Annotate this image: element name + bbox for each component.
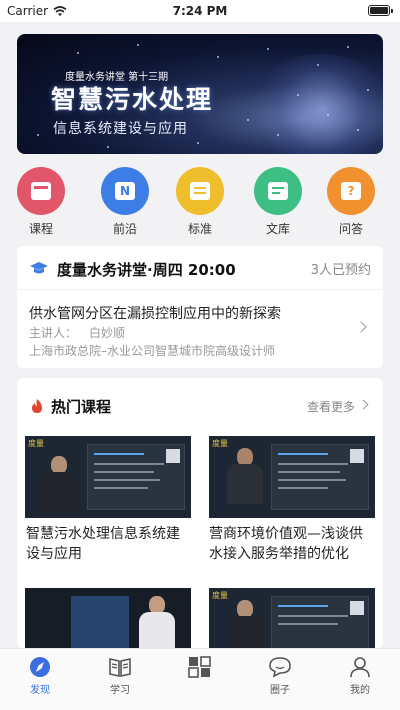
chevron-right-icon[interactable] xyxy=(355,321,367,333)
grid-icon xyxy=(188,656,212,678)
book-icon xyxy=(108,656,132,678)
quick-menu-label: 文库 xyxy=(265,222,290,236)
quick-menu-qa[interactable]: ? 问答 xyxy=(321,167,381,237)
tab-circle[interactable]: 圈子 xyxy=(250,656,310,696)
course-icon xyxy=(17,167,65,215)
chevron-right-icon[interactable] xyxy=(358,399,369,410)
promo-banner[interactable]: 度量水务讲堂 第十三期 智慧污水处理 信息系统建设与应用 xyxy=(17,34,383,154)
quick-menu-label: 问答 xyxy=(338,222,363,236)
tab-mine[interactable]: 我的 xyxy=(330,656,390,696)
tab-label: 发现 xyxy=(30,685,50,696)
compass-icon xyxy=(28,656,52,678)
tab-grid[interactable] xyxy=(170,656,230,681)
battery-icon xyxy=(368,5,393,16)
speaker-photo xyxy=(225,600,265,648)
reservation-count: 3人已预约 xyxy=(310,263,371,278)
course-thumbnail: 度量 xyxy=(209,588,375,648)
course-thumbnail: 度量 xyxy=(209,436,375,518)
speaker-photo xyxy=(225,448,265,504)
tab-study[interactable]: 学习 xyxy=(90,656,150,696)
chat-bubble-icon xyxy=(268,656,292,678)
speaker-organization: 上海市政总院–水业公司智慧城市院高级设计师 xyxy=(29,344,276,358)
hot-icon xyxy=(32,399,42,413)
live-lecture-header: 度量水务讲堂·周四 20:00 3人已预约 xyxy=(29,258,371,280)
speaker-photo xyxy=(137,596,177,648)
standard-icon xyxy=(176,167,224,215)
quick-menu: 课程 N 前沿 标准 文库 ? 问答 xyxy=(8,167,392,236)
tab-label: 我的 xyxy=(350,685,370,696)
quick-menu-label: 标准 xyxy=(187,222,212,236)
live-lecture-card[interactable]: 度量水务讲堂·周四 20:00 3人已预约 供水管网分区在漏损控制应用中的新探索… xyxy=(17,246,383,368)
graduation-cap-icon xyxy=(30,262,48,274)
speaker-photo xyxy=(39,456,79,512)
frontier-icon: N xyxy=(101,167,149,215)
status-bar: Carrier 7:24 PM xyxy=(0,0,400,22)
lecture-speaker: 主讲人： 白妙顺 xyxy=(29,324,125,341)
lecture-topic: 供水管网分区在漏损控制应用中的新探索 xyxy=(29,306,281,322)
tab-discover[interactable]: 发现 xyxy=(10,656,70,696)
hot-courses-title: 热门课程 xyxy=(51,398,112,416)
quick-menu-label: 前沿 xyxy=(112,222,137,236)
see-more-link[interactable]: 查看更多 xyxy=(307,398,355,415)
speaker-label: 主讲人： xyxy=(29,326,78,340)
course-thumbnail xyxy=(25,588,191,648)
course-name: 营商环境价值观—浅谈供 水接入服务举措的优化 xyxy=(209,526,363,562)
quick-menu-library[interactable]: 文库 xyxy=(248,167,308,237)
thumbnail-slide xyxy=(271,596,369,648)
banner-title: 智慧污水处理 xyxy=(51,85,214,114)
quick-menu-course[interactable]: 课程 xyxy=(11,167,71,237)
quick-menu-standard[interactable]: 标准 xyxy=(170,167,230,237)
course-name: 智慧污水处理信息系统建 设与应用 xyxy=(26,526,180,562)
banner-description: 信息系统建设与应用 xyxy=(53,121,188,137)
speaker-name: 白妙顺 xyxy=(89,326,126,340)
thumbnail-logo: 度量 xyxy=(28,439,44,448)
thumbnail-slide xyxy=(271,444,369,510)
thumbnail-slide xyxy=(87,444,185,510)
library-icon xyxy=(254,167,302,215)
tab-label: 学习 xyxy=(110,685,130,696)
divider xyxy=(17,289,383,290)
quick-menu-frontier[interactable]: N 前沿 xyxy=(95,167,155,237)
quick-menu-label: 课程 xyxy=(28,222,53,236)
hot-courses-card: 热门课程 查看更多 度量 智慧污水处理信息系统建 设与应用 度量 营商环境价值观… xyxy=(17,378,383,648)
qa-icon: ? xyxy=(327,167,375,215)
status-time: 7:24 PM xyxy=(172,4,228,18)
bottom-tab-bar: 发现 学习 圈子 我的 xyxy=(0,648,400,710)
user-icon xyxy=(348,656,372,678)
tab-label: 圈子 xyxy=(270,685,290,696)
projector-screen xyxy=(71,596,129,648)
course-thumbnail: 度量 xyxy=(25,436,191,518)
live-lecture-title: 度量水务讲堂·周四 20:00 xyxy=(57,260,236,279)
hot-courses-header: 热门课程 查看更多 xyxy=(29,396,371,416)
